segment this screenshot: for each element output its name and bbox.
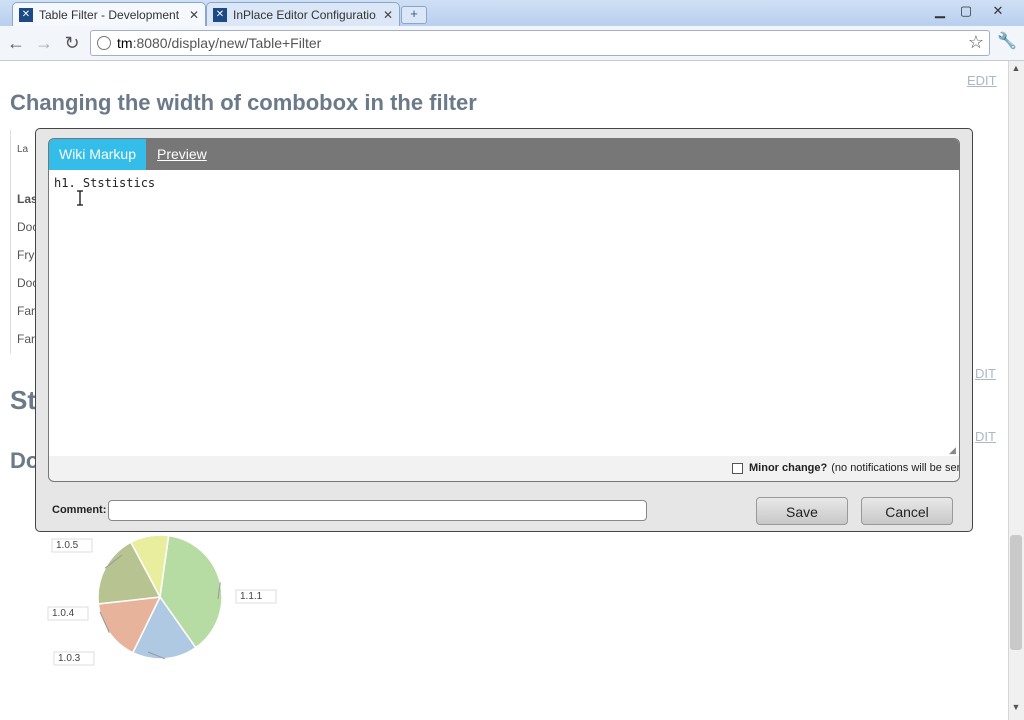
cancel-button[interactable]: Cancel	[861, 497, 953, 525]
minor-change-note: (no notifications will be sent)	[831, 462, 960, 474]
close-window-icon[interactable]: ✕	[986, 2, 1010, 20]
confluence-favicon-icon: ✕	[213, 7, 227, 22]
tab-preview[interactable]: Preview	[157, 139, 207, 170]
table-row: Far	[17, 332, 35, 346]
tab-close-icon[interactable]: ✕	[189, 8, 199, 22]
resize-grip-icon[interactable]: ◢	[949, 446, 957, 455]
reload-icon[interactable]: ↻	[60, 31, 84, 55]
editor-panel: Wiki Markup Preview ◢ Minor change? (no …	[48, 138, 960, 482]
browser-tab-title: InPlace Editor Configuratio...	[233, 7, 377, 22]
save-button[interactable]: Save	[756, 497, 848, 525]
bookmark-star-icon[interactable]: ☆	[965, 31, 987, 53]
pie-slice-label: 1.0.4	[52, 608, 75, 619]
edit-link[interactable]: DIT	[975, 429, 996, 444]
pie-slice-label: 1.0.5	[56, 540, 79, 551]
minor-change-row: Minor change? (no notifications will be …	[732, 462, 960, 474]
browser-tab-strip: ✕ Table Filter - Development ... ✕ ✕ InP…	[0, 0, 1024, 26]
url-path: :8080/display/new/Table+Filter	[132, 35, 322, 51]
url-host: tm	[117, 35, 133, 51]
comment-input[interactable]	[108, 500, 647, 521]
wrench-menu-icon[interactable]: 🔧	[996, 31, 1018, 53]
pie-slice-label: 1.1.1	[240, 591, 263, 602]
scrollbar-thumb[interactable]	[1010, 535, 1022, 650]
minor-change-checkbox[interactable]	[732, 462, 743, 474]
browser-tab-title: Table Filter - Development ...	[39, 7, 183, 22]
back-arrow-icon[interactable]: ←	[4, 31, 28, 55]
wiki-markup-textarea[interactable]	[49, 170, 959, 456]
page-title: Changing the width of combobox in the fi…	[10, 90, 477, 115]
section-heading: St	[10, 385, 36, 415]
maximize-window-icon[interactable]: ▢	[954, 2, 978, 20]
browser-tab-table-filter[interactable]: ✕ Table Filter - Development ... ✕	[12, 2, 206, 26]
table-row: Fry	[17, 248, 35, 262]
table-row: Far	[17, 304, 35, 318]
tab-wiki-markup[interactable]: Wiki Markup	[49, 139, 146, 170]
confluence-favicon-icon: ✕	[19, 7, 33, 22]
edit-link[interactable]: EDIT	[967, 73, 997, 88]
minimize-window-icon[interactable]: ▁	[928, 2, 952, 20]
browser-tab-inplace-editor[interactable]: ✕ InPlace Editor Configuratio... ✕	[206, 2, 400, 26]
text-cursor-icon	[77, 190, 83, 206]
new-tab-button[interactable]: +	[401, 6, 427, 24]
pie-slice-label: 1.0.3	[58, 653, 81, 664]
forward-arrow-icon[interactable]: →	[32, 31, 56, 55]
comment-label: Comment:	[52, 504, 107, 516]
address-bar[interactable]: tm:8080/display/new/Table+Filter	[90, 30, 990, 56]
edit-link[interactable]: DIT	[975, 366, 996, 381]
tab-close-icon[interactable]: ✕	[383, 8, 393, 22]
scroll-down-arrow-icon[interactable]: ▼	[1010, 702, 1022, 714]
pie-chart: 1.1.1 1.0.3 1.0.4 1.0.5	[47, 534, 277, 666]
table-filter-label: La	[17, 144, 29, 155]
scroll-up-arrow-icon[interactable]: ▲	[1010, 63, 1022, 75]
minor-change-label: Minor change?	[749, 462, 828, 474]
globe-icon	[97, 36, 111, 50]
editor-tab-bar: Wiki Markup Preview	[49, 139, 959, 170]
